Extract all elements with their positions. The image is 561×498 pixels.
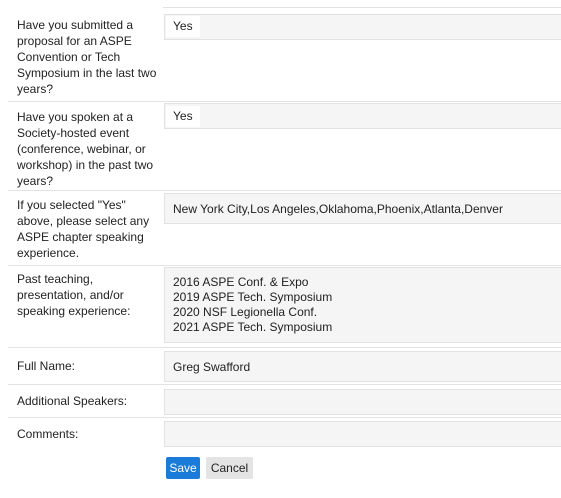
list-item: 2021 ASPE Tech. Symposium [173, 320, 333, 334]
speaker-form: Have you submitted a proposal for an ASP… [0, 0, 561, 498]
row-divider [8, 417, 561, 418]
full-name-field[interactable]: Greg Swafford [164, 351, 561, 382]
comments-field[interactable] [164, 421, 561, 447]
answer-value-spoken-at-event: Yes [166, 106, 200, 127]
list-item: 2019 ASPE Tech. Symposium [173, 290, 333, 304]
answer-box-past-experience: 2016 ASPE Conf. & Expo 2019 ASPE Tech. S… [164, 267, 561, 343]
full-name-value: Greg Swafford [173, 360, 251, 374]
question-label-submitted-proposal: Have you submitted a proposal for an ASP… [17, 18, 157, 96]
cancel-button[interactable]: Cancel [206, 457, 253, 479]
row-divider [8, 190, 561, 191]
question-label-past-experience: Past teaching, presentation, and/or spea… [17, 272, 131, 318]
list-item: 2016 ASPE Conf. & Expo [173, 275, 309, 289]
question-label-comments: Comments: [17, 427, 79, 441]
top-divider [163, 0, 561, 8]
row-divider [8, 384, 561, 385]
answer-box-spoken-at-event [164, 103, 561, 129]
answer-box-submitted-proposal [164, 14, 561, 40]
row-divider [8, 265, 561, 266]
answer-box-chapter-experience: New York City,Los Angeles,Oklahoma,Phoen… [164, 193, 561, 224]
answer-value-chapter-experience: New York City,Los Angeles,Oklahoma,Phoen… [173, 202, 503, 216]
question-label-full-name: Full Name: [17, 359, 76, 373]
save-button[interactable]: Save [166, 457, 200, 479]
list-item: 2020 NSF Legionella Conf. [173, 305, 318, 319]
question-label-spoken-at-event: Have you spoken at a Society-hosted even… [17, 110, 154, 188]
answer-value-submitted-proposal: Yes [166, 16, 200, 37]
question-label-additional-speakers: Additional Speakers: [17, 394, 128, 408]
question-label-chapter-experience: If you selected "Yes" above, please sele… [17, 198, 150, 260]
row-divider [8, 101, 561, 102]
answer-list-past-experience: 2016 ASPE Conf. & Expo 2019 ASPE Tech. S… [173, 275, 332, 335]
row-divider [8, 347, 561, 348]
additional-speakers-field[interactable] [164, 389, 561, 415]
